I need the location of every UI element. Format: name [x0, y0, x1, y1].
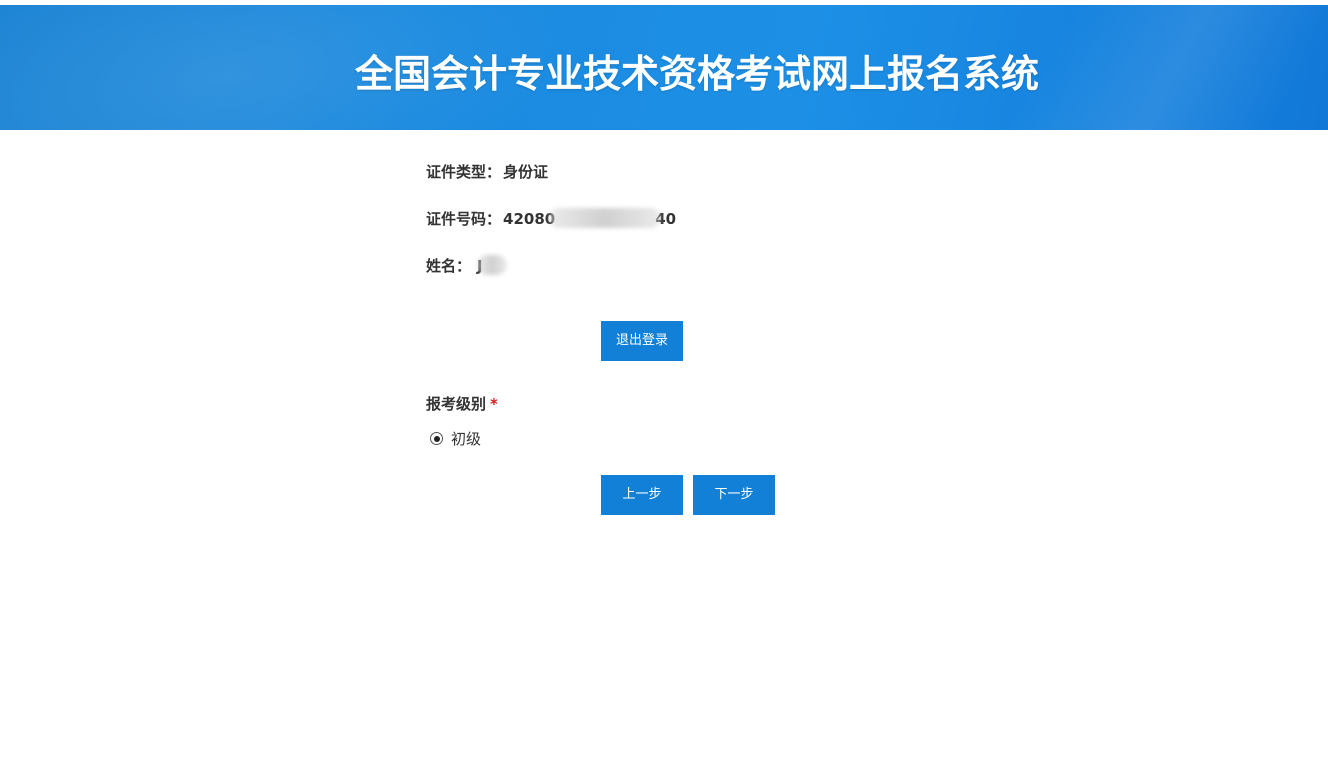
exam-level-option-label: 初级	[451, 430, 482, 448]
required-mark: *	[490, 395, 498, 413]
id-type-value: 身份证	[503, 163, 549, 181]
header-banner: 全国会计专业技术资格考试网上报名系统	[0, 5, 1328, 130]
id-type-label: 证件类型：	[426, 163, 502, 181]
id-number-prefix: 42080	[503, 210, 556, 228]
id-type-row: 证件类型： 身份证	[426, 161, 548, 182]
exam-level-label: 报考级别	[426, 395, 487, 413]
logout-button[interactable]: 退出登录	[601, 321, 683, 361]
radio-selected-icon[interactable]	[430, 432, 443, 445]
redacted-blur	[476, 255, 507, 275]
page: 全国会计专业技术资格考试网上报名系统 证件类型： 身份证 证件号码： 42080 40…	[0, 0, 1328, 774]
exam-level-option-junior[interactable]: 初级	[430, 428, 481, 449]
redacted-blur	[549, 208, 662, 228]
name-row: 姓名：J	[426, 255, 507, 276]
prev-step-button[interactable]: 上一步	[601, 475, 683, 515]
exam-level-label-row: 报考级别 *	[426, 393, 498, 414]
page-title: 全国会计专业技术资格考试网上报名系统	[354, 52, 1039, 96]
id-number-row: 证件号码： 42080 40	[426, 208, 676, 229]
id-number-label: 证件号码：	[426, 210, 502, 228]
name-label: 姓名：	[426, 257, 472, 275]
next-step-button[interactable]: 下一步	[693, 475, 775, 515]
